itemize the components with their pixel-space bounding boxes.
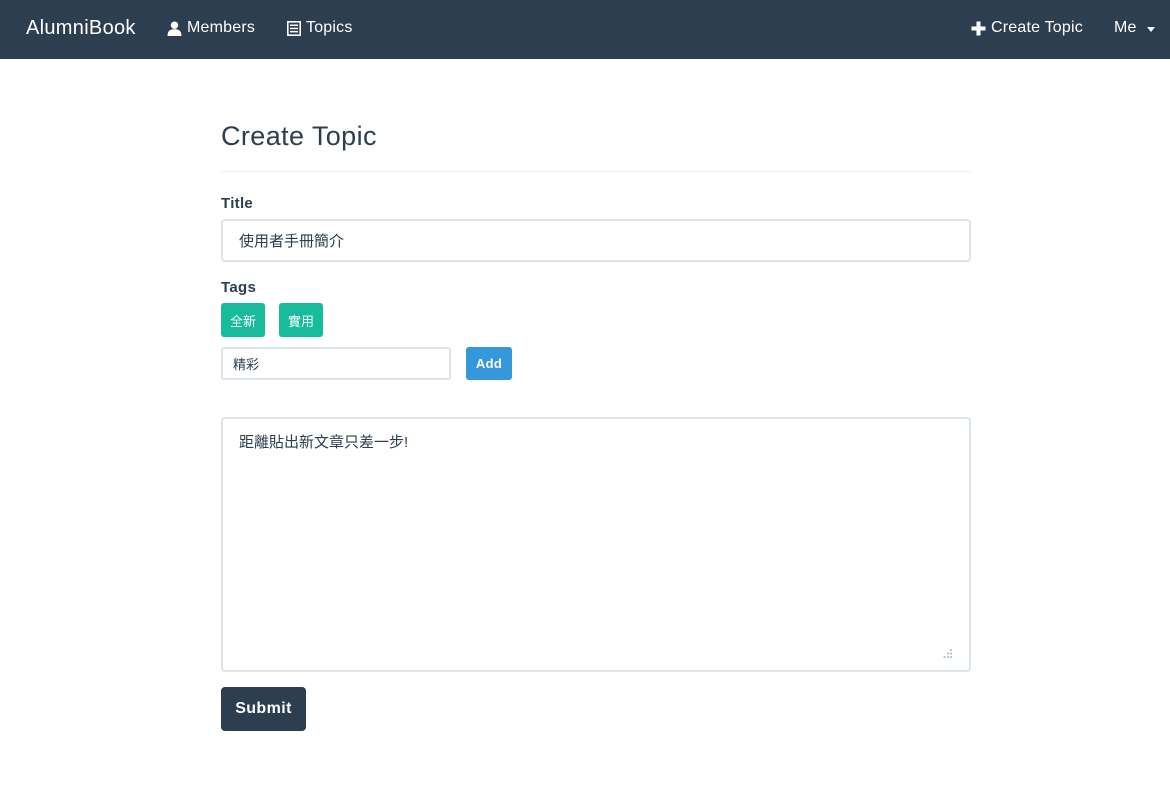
page-title: Create Topic [221, 121, 377, 151]
title-label: Title [221, 195, 254, 212]
plus-icon [971, 21, 986, 36]
tag-chip[interactable]: 全新 [221, 303, 266, 337]
nav-create-topic-link[interactable]: Create Topic [971, 19, 1083, 37]
list-icon [287, 20, 301, 36]
submit-button[interactable]: Submit [221, 687, 306, 731]
add-tag-button[interactable]: Add [466, 347, 512, 380]
tag-chip[interactable]: 實用 [279, 303, 324, 337]
title-input[interactable] [221, 219, 971, 262]
nav-members-label: Members [187, 19, 256, 36]
nav-create-topic-label: Create Topic [991, 19, 1083, 36]
tags-label: Tags [221, 279, 257, 296]
nav-members-link[interactable]: Members [167, 19, 255, 37]
nav-me-dropdown[interactable]: Me [1114, 19, 1155, 37]
caret-down-icon [1146, 26, 1155, 32]
brand-link[interactable]: AlumniBook [26, 17, 136, 40]
nav-me-label: Me [1114, 19, 1137, 36]
content-textarea[interactable]: 距離貼出新文章只差一步! [221, 417, 971, 672]
nav-topics-link[interactable]: Topics [287, 19, 353, 37]
nav-topics-label: Topics [306, 19, 353, 36]
resize-grip-icon[interactable] [940, 647, 954, 659]
title-divider [221, 171, 971, 172]
top-navbar: AlumniBook Members Topics Create Topic M… [0, 0, 1170, 59]
tag-input[interactable] [221, 347, 451, 380]
user-icon [167, 21, 182, 36]
